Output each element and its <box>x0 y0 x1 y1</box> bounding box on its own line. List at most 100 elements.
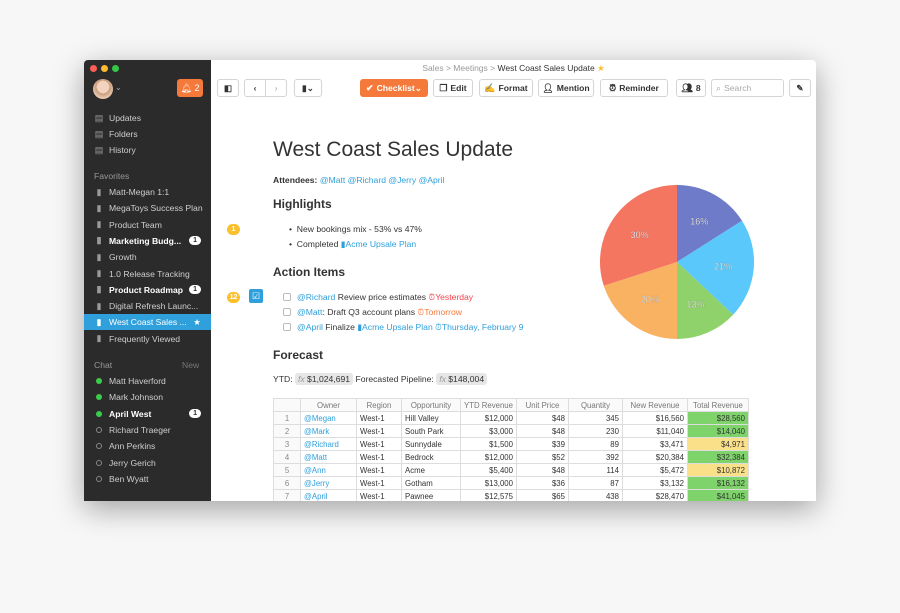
sidebar-item-favorite[interactable]: ▮ Product Roadmap 1 <box>94 282 211 298</box>
table-cell[interactable]: $3,132 <box>621 476 688 490</box>
table-cell[interactable]: $48 <box>515 411 569 425</box>
column-header[interactable]: Region <box>356 398 402 412</box>
table-cell[interactable]: 114 <box>567 463 623 477</box>
table-cell[interactable]: $3,000 <box>460 424 517 438</box>
sidebar-item-folders[interactable]: ▤ Folders <box>94 126 211 142</box>
table-cell[interactable]: $14,040 <box>686 424 749 438</box>
pipeline-formula[interactable]: fx $148,004 <box>436 373 488 385</box>
column-header[interactable]: Owner <box>300 398 357 412</box>
table-cell[interactable]: $48 <box>515 463 569 477</box>
table-cell[interactable]: Hill Valley <box>401 411 461 425</box>
back-button[interactable]: ‹ <box>244 79 266 97</box>
acme-upsale-plan-link[interactable]: ▮Acme Upsale Plan <box>341 239 416 249</box>
sidebar-item-favorite[interactable]: ▮ West Coast Sales ... ★ <box>84 314 211 331</box>
table-cell[interactable]: $32,384 <box>686 450 749 464</box>
toggle-sidebar-button[interactable]: ◧ <box>217 79 239 97</box>
checkbox[interactable] <box>283 308 291 316</box>
table-cell[interactable]: $5,472 <box>621 463 688 477</box>
mention-button[interactable]: 👤︎ Mention <box>538 79 594 97</box>
table-cell[interactable]: @Megan <box>300 411 357 425</box>
zoom-window-button[interactable] <box>112 65 119 72</box>
ytd-formula[interactable]: fx $1,024,691 <box>294 373 354 385</box>
column-header[interactable]: YTD Revenue <box>460 398 517 412</box>
checklist-toggle-icon[interactable]: ☑ <box>249 289 263 303</box>
table-cell[interactable]: $5,400 <box>460 463 517 477</box>
new-chat-button[interactable]: New <box>182 360 199 370</box>
table-cell[interactable]: $4,971 <box>686 437 749 451</box>
sidebar-item-favorite[interactable]: ▮ Frequently Viewed <box>94 331 211 347</box>
table-cell[interactable]: @Jerry <box>300 476 357 490</box>
table-cell[interactable]: 4 <box>273 450 301 464</box>
table-cell[interactable]: West-1 <box>356 463 402 477</box>
minimize-window-button[interactable] <box>101 65 108 72</box>
table-cell[interactable]: Sunnydale <box>401 437 461 451</box>
table-cell[interactable]: Gotham <box>401 476 461 490</box>
star-icon[interactable]: ★ <box>597 63 605 73</box>
due-date[interactable]: ⏰︎Tomorrow <box>418 307 462 317</box>
table-cell[interactable]: 6 <box>273 476 301 490</box>
table-cell[interactable]: 3 <box>273 437 301 451</box>
checkbox[interactable] <box>283 293 291 301</box>
chat-item[interactable]: Richard Traeger <box>94 422 211 438</box>
column-header[interactable]: Quantity <box>567 398 623 412</box>
breadcrumb-sales[interactable]: Sales <box>422 63 443 73</box>
chat-item[interactable]: Mark Johnson <box>94 389 211 405</box>
sidebar-item-history[interactable]: ▤ History <box>94 142 211 158</box>
chat-item[interactable]: Jerry Gerich <box>94 455 211 471</box>
sidebar-item-favorite[interactable]: ▮ Digital Refresh Launc... <box>94 298 211 314</box>
table-cell[interactable]: 438 <box>567 489 623 501</box>
checklist-button[interactable]: ✔ Checklist ⌄ <box>360 79 428 97</box>
chat-item[interactable]: Matt Haverford <box>94 373 211 389</box>
chat-item[interactable]: Ben Wyatt <box>94 471 211 487</box>
due-date[interactable]: ⏰︎Yesterday <box>428 292 473 302</box>
table-cell[interactable]: West-1 <box>356 424 402 438</box>
chat-item[interactable]: April West 1 <box>94 406 211 422</box>
sidebar-item-favorite[interactable]: ▮ Marketing Budg... 1 <box>94 233 211 249</box>
table-cell[interactable]: $48 <box>515 424 569 438</box>
table-cell[interactable]: $20,384 <box>621 450 688 464</box>
mention-link[interactable]: @Richard <box>297 292 335 302</box>
compose-button[interactable]: ✎ <box>789 79 811 97</box>
table-cell[interactable]: 87 <box>567 476 623 490</box>
table-cell[interactable]: $12,575 <box>460 489 517 501</box>
table-cell[interactable]: $12,000 <box>460 411 517 425</box>
star-icon[interactable]: ★ <box>193 317 201 328</box>
table-cell[interactable]: 5 <box>273 463 301 477</box>
table-cell[interactable]: @Mark <box>300 424 357 438</box>
table-cell[interactable]: $36 <box>515 476 569 490</box>
table-cell[interactable]: West-1 <box>356 411 402 425</box>
column-header[interactable]: Total Revenue <box>686 398 749 412</box>
table-cell[interactable]: @Matt <box>300 450 357 464</box>
table-cell[interactable]: $3,471 <box>621 437 688 451</box>
sidebar-item-favorite[interactable]: ▮ Matt-Megan 1:1 <box>94 184 211 200</box>
table-cell[interactable]: Pawnee <box>401 489 461 501</box>
table-cell[interactable]: $28,470 <box>621 489 688 501</box>
table-cell[interactable]: $28,560 <box>686 411 749 425</box>
table-cell[interactable]: 230 <box>567 424 623 438</box>
due-date[interactable]: ⏰︎Thursday, February 9 <box>435 322 523 332</box>
table-cell[interactable]: Bedrock <box>401 450 461 464</box>
avatar[interactable] <box>93 79 113 99</box>
column-header[interactable] <box>273 398 301 412</box>
table-cell[interactable]: 89 <box>567 437 623 451</box>
chat-item[interactable]: Ann Perkins <box>94 438 211 454</box>
table-cell[interactable]: $10,872 <box>686 463 749 477</box>
table-cell[interactable]: 345 <box>567 411 623 425</box>
sidebar-item-favorite[interactable]: ▮ Growth <box>94 249 211 265</box>
mention-link[interactable]: @Matt <box>297 307 322 317</box>
edit-button[interactable]: ❐ Edit <box>433 79 473 97</box>
table-cell[interactable]: @Ann <box>300 463 357 477</box>
mention-link[interactable]: @April <box>297 322 323 332</box>
table-cell[interactable]: 7 <box>273 489 301 501</box>
sidebar-item-favorite[interactable]: ▮ MegaToys Success Plan <box>94 200 211 216</box>
table-cell[interactable]: 392 <box>567 450 623 464</box>
comment-badge[interactable]: 1 <box>227 224 240 235</box>
forward-button[interactable]: › <box>265 79 287 97</box>
comment-badge[interactable]: 12 <box>227 292 240 303</box>
format-button[interactable]: ✍ Format <box>479 79 533 97</box>
attendees-mentions[interactable]: @Matt @Richard @Jerry @April <box>320 175 445 185</box>
document-link[interactable]: ▮Acme Upsale Plan <box>357 322 432 332</box>
column-header[interactable]: Unit Price <box>515 398 569 412</box>
column-header[interactable]: New Revenue <box>621 398 688 412</box>
table-cell[interactable]: West-1 <box>356 450 402 464</box>
